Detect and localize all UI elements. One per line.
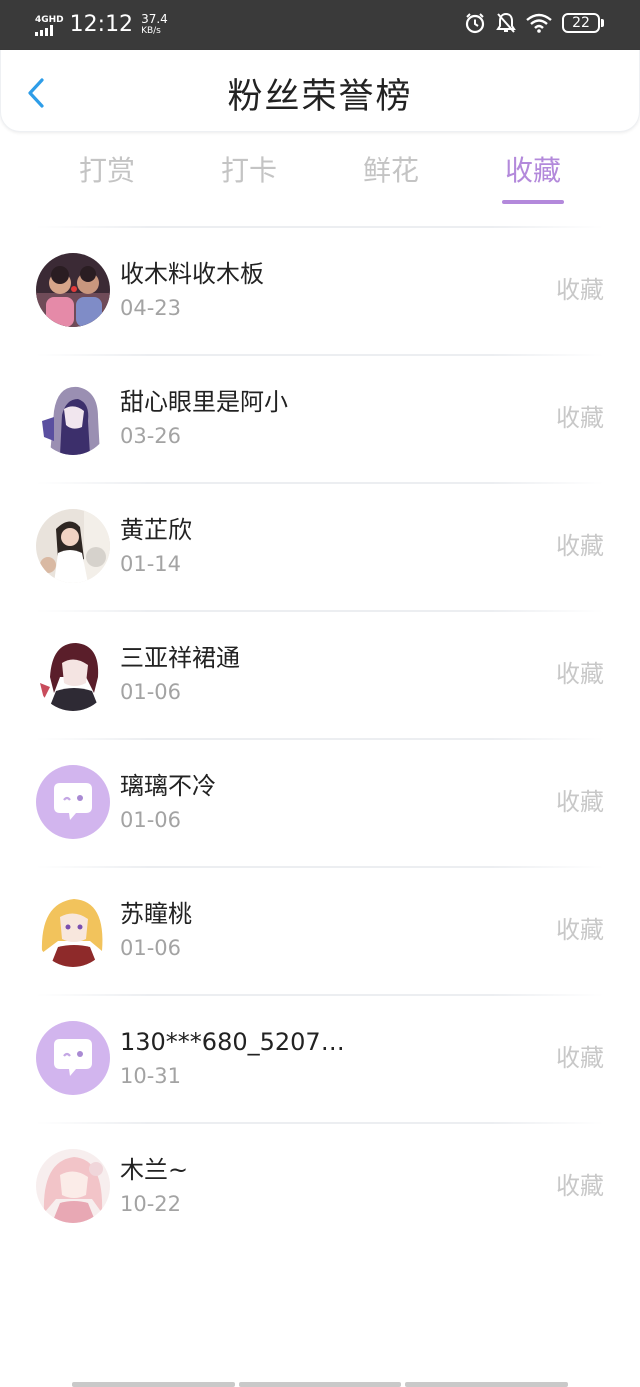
chat-bubble-icon [36, 1021, 110, 1095]
status-bar: 4GHD 12:12 37.4 KB/s 22 [0, 0, 640, 50]
avatar [36, 509, 110, 583]
fan-name: 甜心眼里是阿小 [120, 388, 288, 416]
chat-bubble-icon [36, 765, 110, 839]
fan-list: 收木料收木板 04-23 收藏 甜心眼里是阿小 03-26 收藏 黄芷欣 01-… [0, 226, 640, 1250]
wifi-icon [526, 13, 552, 33]
page-title: 粉丝荣誉榜 [227, 77, 413, 117]
speed-unit: KB/s [141, 26, 161, 36]
avatar [36, 381, 110, 455]
fan-name: 苏瞳桃 [120, 900, 192, 928]
list-item[interactable]: 三亚祥裙通 01-06 收藏 [0, 610, 640, 738]
avatar-placeholder [36, 765, 110, 839]
action-label: 收藏 [556, 660, 604, 688]
fan-info: 收木料收木板 04-23 [120, 257, 500, 323]
fan-info: 木兰~ 10-22 [120, 1153, 500, 1219]
fan-date: 03-26 [120, 424, 182, 448]
tab-favorites[interactable]: 收藏 [462, 148, 604, 208]
home-indicator [72, 1382, 569, 1387]
action-label: 收藏 [556, 788, 604, 816]
nav-bar: 粉丝荣誉榜 [0, 50, 640, 132]
network-speed: 37.4 KB/s [141, 13, 168, 37]
speed-value: 37.4 [141, 12, 168, 26]
list-item[interactable]: 黄芷欣 01-14 收藏 [0, 482, 640, 610]
avatar [36, 1149, 110, 1223]
fan-info: 黄芷欣 01-14 [120, 513, 500, 579]
fan-info: 甜心眼里是阿小 03-26 [120, 385, 500, 451]
list-item[interactable]: 收木料收木板 04-23 收藏 [0, 226, 640, 354]
fan-date: 01-06 [120, 936, 182, 960]
fan-date: 10-22 [120, 1192, 182, 1216]
fan-name: 130***680_5207… [120, 1028, 345, 1056]
avatar-placeholder [36, 1021, 110, 1095]
status-time: 12:12 [69, 12, 134, 37]
list-item[interactable]: 璃璃不冷 01-06 收藏 [0, 738, 640, 866]
alarm-icon [465, 13, 485, 34]
status-right: 22 [464, 12, 604, 34]
action-label: 收藏 [556, 276, 604, 304]
tab-checkin[interactable]: 打卡 [178, 148, 320, 208]
fan-date: 01-14 [120, 552, 182, 576]
action-label: 收藏 [556, 532, 604, 560]
fan-date: 01-06 [120, 808, 182, 832]
tab-flowers[interactable]: 鲜花 [320, 148, 462, 208]
fan-name: 收木料收木板 [120, 260, 264, 288]
fan-info: 苏瞳桃 01-06 [120, 897, 500, 963]
list-item[interactable]: 苏瞳桃 01-06 收藏 [0, 866, 640, 994]
fan-date: 10-31 [120, 1064, 182, 1088]
avatar [36, 893, 110, 967]
network-type: 4GHD [35, 14, 64, 25]
fan-info: 三亚祥裙通 01-06 [120, 641, 500, 707]
fan-name: 木兰~ [120, 1156, 189, 1184]
list-item[interactable]: 木兰~ 10-22 收藏 [0, 1122, 640, 1250]
fan-name: 三亚祥裙通 [120, 644, 240, 672]
fan-name: 璃璃不冷 [120, 772, 216, 800]
avatar [36, 253, 110, 327]
fan-date: 04-23 [120, 296, 182, 320]
avatar [36, 637, 110, 711]
action-label: 收藏 [556, 404, 604, 432]
fan-info: 璃璃不冷 01-06 [120, 769, 500, 835]
list-item[interactable]: 130***680_5207… 10-31 收藏 [0, 994, 640, 1122]
battery-icon: 22 [562, 13, 604, 33]
list-item[interactable]: 甜心眼里是阿小 03-26 收藏 [0, 354, 640, 482]
fan-date: 01-06 [120, 680, 182, 704]
bell-muted-icon [496, 12, 516, 33]
action-label: 收藏 [556, 916, 604, 944]
battery-level: 22 [562, 13, 600, 33]
action-label: 收藏 [556, 1172, 604, 1200]
fan-info: 130***680_5207… 10-31 [120, 1025, 500, 1091]
signal-icon [35, 24, 53, 36]
fan-name: 黄芷欣 [120, 516, 192, 544]
status-left: 4GHD 12:12 37.4 KB/s [35, 12, 168, 38]
tab-bar: 打赏 打卡 鲜花 收藏 [36, 148, 604, 208]
action-label: 收藏 [556, 1044, 604, 1072]
tab-reward[interactable]: 打赏 [36, 148, 178, 208]
network-indicator: 4GHD [35, 15, 64, 36]
